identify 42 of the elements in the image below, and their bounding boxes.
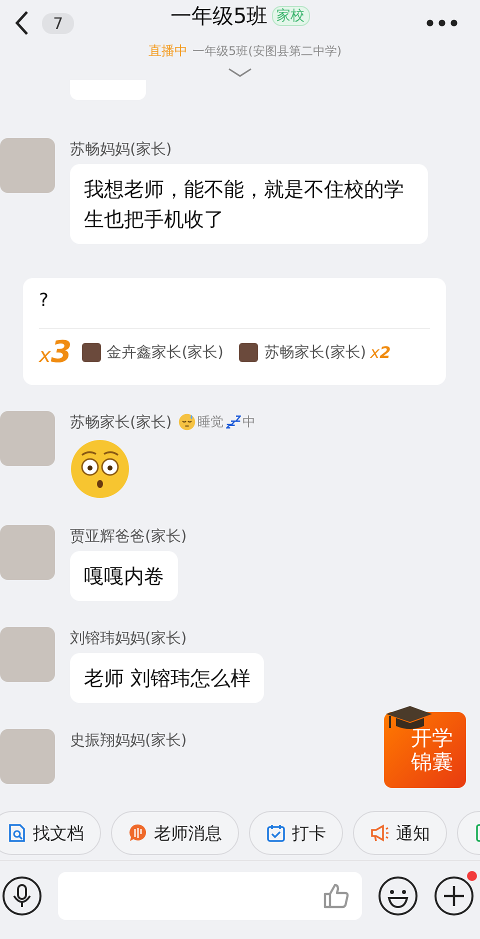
thumbs-up-icon[interactable]: [322, 882, 350, 910]
participant-name: 苏畅家长(家长): [264, 342, 366, 362]
quick-action-button[interactable]: 通知: [353, 811, 447, 855]
unread-count: 7: [42, 12, 74, 34]
group-subtitle: 一年级5班(安图县第二中学): [192, 43, 342, 60]
relay-count: x3: [39, 334, 72, 370]
chevron-down-icon[interactable]: [228, 68, 252, 78]
microphone-icon[interactable]: [2, 876, 42, 916]
sender-name: 贾亚辉爸爸(家长): [70, 526, 187, 546]
more-icon[interactable]: [426, 19, 458, 27]
astonished-face-icon: [70, 439, 130, 499]
smiley-icon[interactable]: [378, 876, 418, 916]
sender-name: 刘镕玮妈妈(家长): [70, 628, 187, 648]
message-input-field[interactable]: [58, 872, 362, 920]
window-title: 一年级5班: [170, 3, 268, 30]
sender-name: 史振翔妈妈(家长): [70, 730, 187, 750]
relay-card[interactable]: ? x3 金卉鑫家长(家长) 苏畅家长(家长) x2: [23, 278, 446, 385]
teacher-chat-icon: [128, 823, 148, 843]
status-text: 睡觉: [198, 414, 224, 431]
megaphone-icon: [370, 823, 390, 843]
calendar-check-icon: [266, 823, 286, 843]
participant-count: x2: [370, 342, 391, 362]
document-search-icon: [7, 823, 27, 843]
sender-name: 苏畅家长(家长): [70, 412, 172, 432]
quick-action-button[interactable]: 打卡: [249, 811, 343, 855]
sleepy-face-icon: [178, 413, 196, 431]
message-bubble: 老师 刘镕玮怎么样: [70, 653, 264, 703]
message-bubble: 嘎嘎内卷: [70, 551, 178, 601]
status-text: 中: [242, 414, 256, 431]
avatar-placeholder: [239, 342, 258, 362]
plus-icon[interactable]: [434, 876, 474, 916]
zzz-icon: [226, 415, 241, 429]
back-icon[interactable]: [14, 10, 30, 36]
participant-name: 金卉鑫家长(家长): [106, 342, 224, 362]
avatar-placeholder: [82, 342, 101, 362]
promo-badge[interactable]: 开学 锦囊: [384, 712, 466, 788]
quick-action-button[interactable]: 老师消息: [111, 811, 239, 855]
relay-text: ?: [39, 290, 430, 329]
quick-action-button[interactable]: 找文档: [0, 811, 101, 855]
sender-name: 苏畅妈妈(家长): [70, 140, 172, 158]
group-tag: 家校: [272, 6, 310, 26]
message-bubble: 我想老师，能不能，就是不住校的学生也把手机收了: [70, 164, 428, 244]
